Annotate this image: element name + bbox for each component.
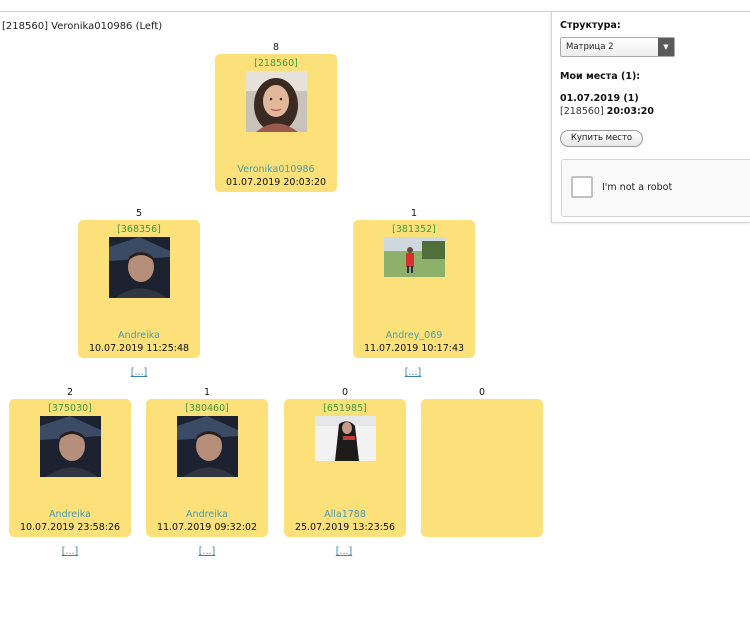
node-count: 5 [135,208,143,219]
node-username[interactable]: Alla1788 [284,509,406,520]
node-date: 25.07.2019 13:23:56 [294,522,396,533]
avatar [315,416,376,461]
avatar [109,237,170,298]
node-username[interactable]: Andreika [146,509,268,520]
node-count: 2 [66,387,74,398]
expand-subtree-link[interactable]: [...] [50,546,90,557]
node-username[interactable]: Andrey_069 [353,330,475,341]
node-card[interactable]: [218560] Veronika010986 01.07.2019 20:03… [215,54,337,192]
node-id: [218560] [254,58,298,69]
expand-subtree-link[interactable]: [...] [119,367,159,378]
node-username[interactable]: Andreika [9,509,131,520]
tree-node-root[interactable]: 8 [218560] Veronika010986 01.07.2019 20:… [215,42,337,192]
node-date: 11.07.2019 09:32:02 [156,522,258,533]
expand-subtree-link[interactable]: [...] [324,546,364,557]
structure-panel: Структура: Матрица 2 ▼ Мои места (1): 01… [551,12,750,223]
node-date: 10.07.2019 11:25:48 [88,343,190,354]
recaptcha-label: I'm not a robot [602,182,673,193]
tree-node-l3-4-empty[interactable]: 0 [421,387,543,537]
node-username[interactable]: Andreika [78,330,200,341]
tree-node-l2-left[interactable]: 5 [368356] Andreika 10.07.2019 11:25:48 [78,208,200,358]
node-card[interactable]: [651985] Alla1788 25.07.2019 13:23:56 [284,399,406,537]
expand-subtree-link[interactable]: [...] [187,546,227,557]
node-id: [651985] [323,403,367,414]
node-date: 11.07.2019 10:17:43 [363,343,465,354]
places-id: [218560] [560,106,604,117]
node-username[interactable]: Veronika010986 [215,164,337,175]
node-count: 0 [341,387,349,398]
node-id: [380460] [185,403,229,414]
buy-place-button[interactable]: Купить место [560,130,643,147]
node-id: [381352] [392,224,436,235]
recaptcha-widget: I'm not a robot [561,159,750,217]
tree-node-l3-2[interactable]: 1 [380460] Andreika 11.07.2019 09:32:02 [146,387,268,537]
structure-select[interactable]: Матрица 2 ▼ [560,37,675,57]
node-date: 10.07.2019 23:58:26 [19,522,121,533]
node-count: 0 [478,387,486,398]
node-count: 1 [203,387,211,398]
node-id: [375030] [48,403,92,414]
top-border [0,0,750,12]
places-time: 20:03:20 [606,106,654,117]
chevron-down-icon[interactable]: ▼ [658,38,674,56]
node-count: 8 [272,42,280,53]
node-id: [368356] [117,224,161,235]
empty-slot-card[interactable] [421,399,543,537]
tree-node-l3-1[interactable]: 2 [375030] Andreika 10.07.2019 23:58:26 [9,387,131,537]
node-card[interactable]: [368356] Andreika 10.07.2019 11:25:48 [78,220,200,358]
node-card[interactable]: [381352] Andrey_069 11.07.2019 10:17:43 [353,220,475,358]
node-date: 01.07.2019 20:03:20 [225,177,327,188]
places-date: 01.07.2019 (1) [560,93,639,104]
my-places-label: Мои места (1): [560,71,641,82]
page-header-label: [218560] Veronika010986 (Left) [2,21,163,32]
structure-label: Структура: [560,20,621,31]
node-card[interactable]: [375030] Andreika 10.07.2019 23:58:26 [9,399,131,537]
avatar [246,71,307,132]
structure-select-value: Матрица 2 [566,42,614,52]
avatar [177,416,238,477]
avatar [40,416,101,477]
tree-node-l2-right[interactable]: 1 [381352] Andrey_069 11.07.2019 10:17:4… [353,208,475,358]
expand-subtree-link[interactable]: [...] [393,367,433,378]
places-entry: [218560] 20:03:20 [560,106,654,117]
node-count: 1 [410,208,418,219]
tree-node-l3-3[interactable]: 0 [651985] Alla1788 25.07.2019 13:23:56 [284,387,406,537]
avatar [384,237,445,277]
recaptcha-checkbox[interactable] [571,176,593,198]
node-card[interactable]: [380460] Andreika 11.07.2019 09:32:02 [146,399,268,537]
